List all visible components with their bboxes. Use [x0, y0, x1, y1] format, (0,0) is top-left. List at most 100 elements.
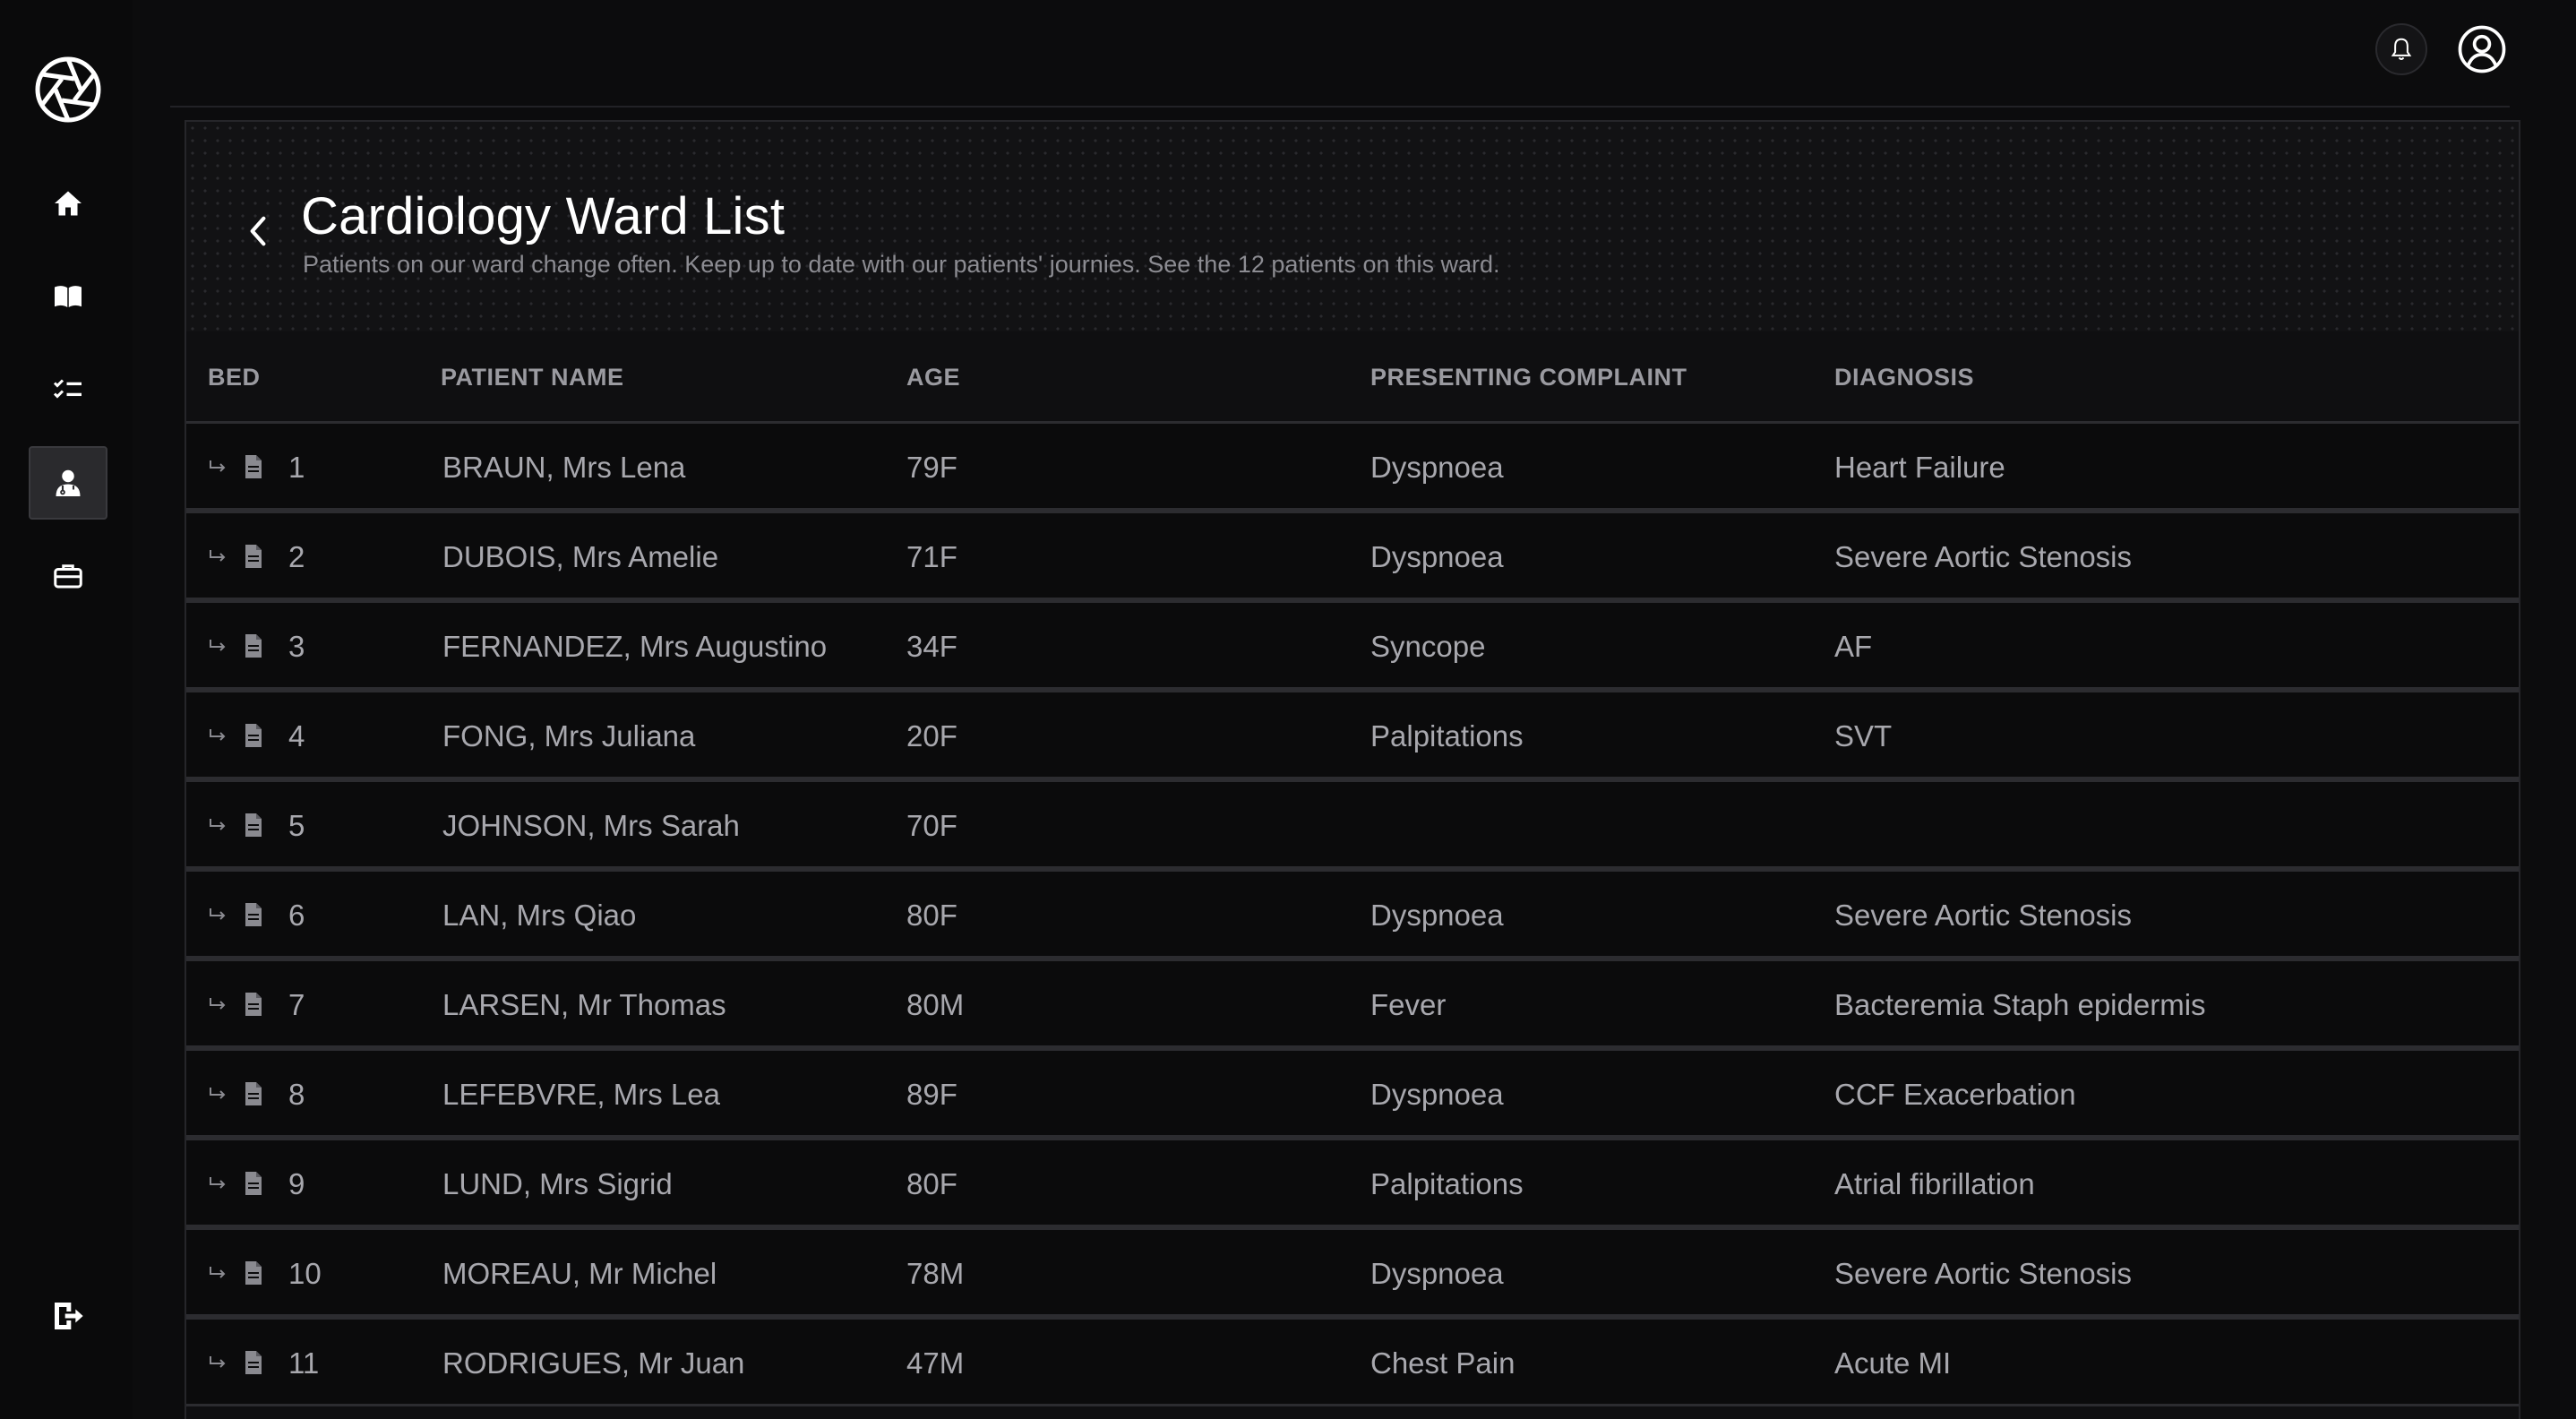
column-header-diagnosis[interactable]: DIAGNOSIS	[1834, 364, 1974, 391]
arrow-turn-icon[interactable]	[208, 1265, 228, 1281]
document-icon[interactable]	[244, 723, 263, 748]
patient-age: 20F	[906, 719, 957, 752]
document-icon[interactable]	[244, 454, 263, 479]
diagnosis: Severe Aortic Stenosis	[1834, 540, 2132, 573]
patient-name: LEFEBVRE, Mrs Lea	[442, 1078, 720, 1111]
logout-button[interactable]	[29, 1279, 107, 1353]
document-icon[interactable]	[244, 544, 263, 569]
diagnosis: Bacteremia Staph epidermis	[1834, 988, 2206, 1021]
arrow-turn-icon[interactable]	[208, 1354, 228, 1371]
ward-list-panel: Cardiology Ward List Patients on our war…	[185, 120, 2520, 1419]
bed-number: 1	[288, 451, 305, 484]
patient-age: 79F	[906, 451, 957, 484]
patient-age: 47M	[906, 1346, 965, 1380]
table-row[interactable]: 4 FONG, Mrs Juliana 20F Palpitations SVT	[186, 690, 2519, 779]
table-row[interactable]: 8 LEFEBVRE, Mrs Lea 89F Dyspnoea CCF Exa…	[186, 1048, 2519, 1138]
table-row[interactable]: 7 LARSEN, Mr Thomas 80M Fever Bacteremia…	[186, 959, 2519, 1048]
diagnosis: AF	[1834, 630, 1873, 663]
arrow-turn-icon[interactable]	[208, 1175, 228, 1191]
document-icon[interactable]	[244, 902, 263, 927]
presenting-complaint: Fever	[1370, 988, 1447, 1021]
patient-age: 80M	[906, 988, 965, 1021]
bed-number: 8	[288, 1078, 305, 1111]
patient-age: 80F	[906, 899, 957, 932]
document-icon[interactable]	[244, 1081, 263, 1106]
arrow-turn-icon[interactable]	[208, 638, 228, 654]
table-header: BED PATIENT NAME AGE PRESENTING COMPLAIN…	[186, 331, 2519, 421]
diagnosis: SVT	[1834, 719, 1893, 752]
patient-age: 71F	[906, 540, 957, 573]
table-row[interactable]: 6 LAN, Mrs Qiao 80F Dyspnoea Severe Aort…	[186, 869, 2519, 959]
bed-number: 9	[288, 1167, 305, 1200]
back-button[interactable]	[236, 210, 279, 253]
patient-age: 34F	[906, 630, 957, 663]
arrow-turn-icon[interactable]	[208, 817, 228, 833]
table-row[interactable]: 1 BRAUN, Mrs Lena 79F Dyspnoea Heart Fai…	[186, 421, 2519, 511]
user-profile-button[interactable]	[2456, 23, 2508, 75]
table-row[interactable]: 3 FERNANDEZ, Mrs Augustino 34F Syncope A…	[186, 600, 2519, 690]
user-icon	[2458, 25, 2506, 73]
document-icon[interactable]	[244, 1171, 263, 1196]
patient-age: 80F	[906, 1167, 957, 1200]
document-icon[interactable]	[244, 813, 263, 838]
patient-name: FERNANDEZ, Mrs Augustino	[442, 630, 828, 663]
presenting-complaint: Dyspnoea	[1370, 1257, 1504, 1290]
diagnosis: Severe Aortic Stenosis	[1834, 1257, 2132, 1290]
diagnosis: Atrial fibrillation	[1834, 1167, 2035, 1200]
logo-icon[interactable]	[34, 56, 102, 124]
topbar-divider	[170, 106, 2510, 108]
arrow-turn-icon[interactable]	[208, 459, 228, 475]
table-row[interactable]: 2 DUBOIS, Mrs Amelie 71F Dyspnoea Severe…	[186, 511, 2519, 600]
patient-name: LARSEN, Mr Thomas	[442, 988, 726, 1021]
document-icon[interactable]	[244, 992, 263, 1017]
presenting-complaint: Palpitations	[1370, 719, 1524, 752]
patient-age: 78M	[906, 1257, 965, 1290]
page-header: Cardiology Ward List Patients on our war…	[186, 122, 2519, 331]
patient-name: RODRIGUES, Mr Juan	[442, 1346, 745, 1380]
table-row[interactable]: 10 MOREAU, Mr Michel 78M Dyspnoea Severe…	[186, 1227, 2519, 1317]
column-header-bed[interactable]: BED	[208, 364, 261, 391]
table-row[interactable]: 11 RODRIGUES, Mr Juan 47M Chest Pain Acu…	[186, 1317, 2519, 1406]
nav-patients[interactable]	[29, 446, 107, 520]
table-row[interactable]: 5 JOHNSON, Mrs Sarah 70F	[186, 779, 2519, 869]
column-header-age[interactable]: AGE	[906, 364, 960, 391]
sidebar	[0, 0, 133, 1419]
presenting-complaint: Dyspnoea	[1370, 540, 1504, 573]
nav-tasks[interactable]	[29, 353, 107, 426]
patient-name: LUND, Mrs Sigrid	[442, 1167, 673, 1200]
bed-number: 5	[288, 809, 305, 842]
bed-number: 3	[288, 630, 305, 663]
document-icon[interactable]	[244, 1350, 263, 1375]
bed-number: 10	[288, 1257, 322, 1290]
presenting-complaint: Chest Pain	[1370, 1346, 1516, 1380]
document-icon[interactable]	[244, 633, 263, 658]
doctor-icon	[56, 469, 81, 496]
home-icon	[55, 191, 82, 216]
bed-number: 11	[288, 1346, 320, 1380]
column-header-presenting-complaint[interactable]: PRESENTING COMPLAINT	[1370, 364, 1687, 391]
briefcase-icon	[54, 564, 82, 589]
arrow-turn-icon[interactable]	[208, 548, 228, 564]
arrow-turn-icon[interactable]	[208, 907, 228, 923]
nav-library[interactable]	[29, 260, 107, 333]
arrow-turn-icon[interactable]	[208, 996, 228, 1012]
patient-name: JOHNSON, Mrs Sarah	[442, 809, 740, 842]
arrow-turn-icon[interactable]	[208, 1086, 228, 1102]
presenting-complaint: Palpitations	[1370, 1167, 1524, 1200]
column-header-patient-name[interactable]: PATIENT NAME	[441, 364, 624, 391]
notifications-button[interactable]	[2375, 23, 2427, 75]
page-title: Cardiology Ward List	[301, 187, 786, 245]
diagnosis: Severe Aortic Stenosis	[1834, 899, 2132, 932]
bed-number: 6	[288, 899, 305, 932]
patient-name: FONG, Mrs Juliana	[442, 719, 696, 752]
page-subtitle: Patients on our ward change often. Keep …	[303, 251, 1500, 278]
arrow-turn-icon[interactable]	[208, 727, 228, 744]
checklist-icon	[53, 379, 82, 399]
nav-home[interactable]	[29, 167, 107, 240]
table-row[interactable]: 9 LUND, Mrs Sigrid 80F Palpitations Atri…	[186, 1138, 2519, 1227]
nav-briefcase[interactable]	[29, 539, 107, 613]
bed-number: 7	[288, 988, 305, 1021]
presenting-complaint: Dyspnoea	[1370, 899, 1504, 932]
document-icon[interactable]	[244, 1260, 263, 1286]
presenting-complaint: Dyspnoea	[1370, 1078, 1504, 1111]
